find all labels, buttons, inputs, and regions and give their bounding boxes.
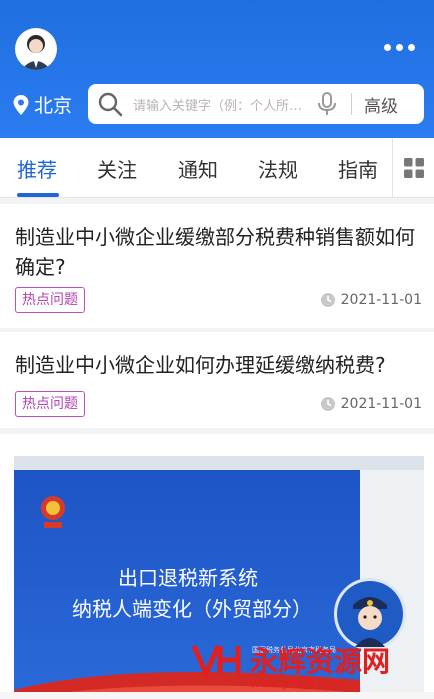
slide-title-line1: 出口退税新系统 — [118, 566, 258, 590]
search-input[interactable]: 请输入关键字（例：个人所… — [133, 95, 305, 114]
grid-menu-icon[interactable] — [392, 138, 434, 198]
article-date: 2021-11-01 — [320, 396, 422, 412]
hot-topic-tag: 热点问题 — [15, 287, 85, 313]
clock-icon — [320, 293, 335, 307]
app-header: 北京 请输入关键字（例：个人所… 高级 — [0, 0, 434, 138]
location-pin-icon — [13, 94, 29, 115]
avatar[interactable] — [15, 28, 57, 70]
tax-emblem-icon — [41, 496, 65, 528]
location-selector[interactable]: 北京 — [12, 91, 72, 118]
date-text: 2021-11-01 — [340, 396, 422, 412]
search-bar[interactable]: 请输入关键字（例：个人所… 高级 — [88, 84, 424, 124]
slide-title-line2: 纳税人端变化（外贸部分） — [72, 597, 312, 621]
article-title[interactable]: 制造业中小微企业如何办理延缓缴纳税费? — [15, 350, 423, 380]
watermark-logo-icon — [191, 645, 241, 680]
article-title[interactable]: 制造业中小微企业缓缴部分税费种销售额如何确定? — [15, 222, 423, 282]
divider — [351, 93, 352, 115]
search-icon — [98, 92, 123, 117]
tab-notice[interactable]: 通知 — [178, 154, 218, 183]
bottom-nav — [0, 692, 434, 699]
hot-topic-tag: 热点问题 — [15, 391, 85, 417]
window-titlebar — [14, 456, 424, 470]
active-tab-indicator — [17, 193, 59, 197]
category-tabs: 推荐 关注 通知 法规 指南 — [0, 138, 434, 198]
location-label: 北京 — [34, 95, 73, 117]
advanced-search-button[interactable]: 高级 — [364, 92, 398, 117]
list-item[interactable]: 制造业中小微企业缓缴部分税费种销售额如何确定? 热点问题 2021-11-01 — [0, 204, 434, 328]
tab-guide[interactable]: 指南 — [338, 154, 378, 183]
tab-recommend[interactable]: 推荐 — [17, 154, 57, 183]
article-date: 2021-11-01 — [320, 292, 422, 308]
tab-follow[interactable]: 关注 — [97, 154, 137, 183]
watermark-url: www.yhkjjj.com — [250, 676, 344, 690]
microphone-icon[interactable] — [317, 92, 337, 116]
tab-regulations[interactable]: 法规 — [258, 154, 298, 183]
watermark-text: 永辉资源网 — [250, 645, 391, 678]
clock-icon — [320, 397, 335, 411]
watermark: 永辉资源网 — [190, 640, 390, 680]
list-item[interactable]: 制造业中小微企业如何办理延缓缴纳税费? 热点问题 2021-11-01 — [0, 332, 434, 428]
date-text: 2021-11-01 — [340, 292, 422, 308]
more-menu-icon[interactable] — [384, 44, 415, 51]
